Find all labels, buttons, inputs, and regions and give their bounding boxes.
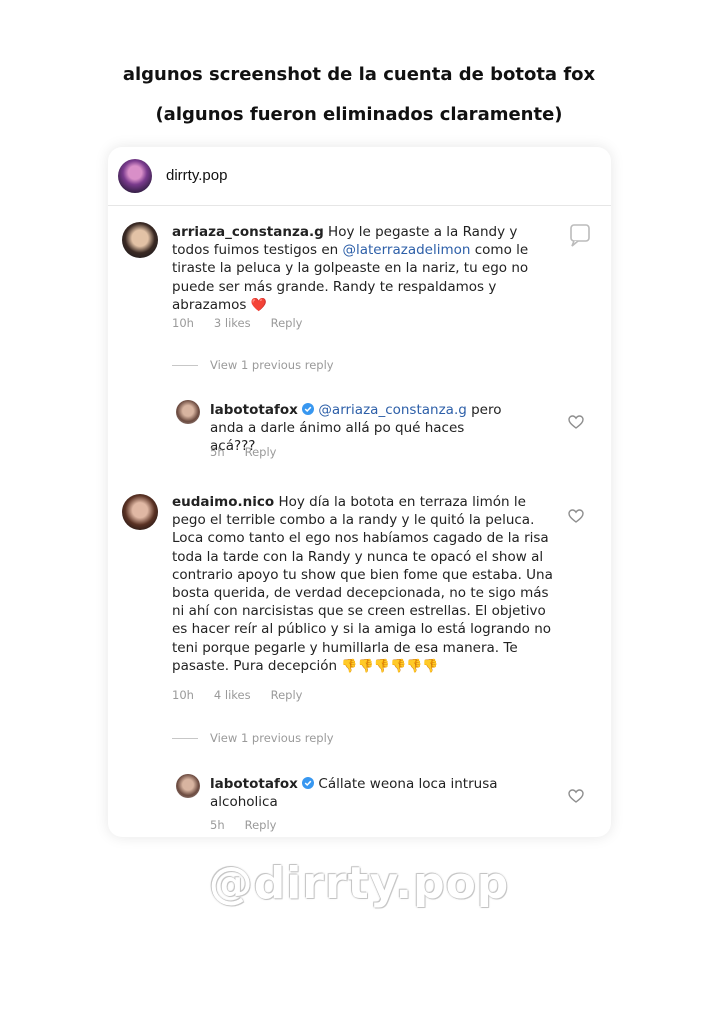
reply-time: 5h bbox=[210, 445, 225, 459]
reply-button[interactable]: Reply bbox=[271, 316, 303, 330]
avatar[interactable] bbox=[122, 222, 158, 258]
avatar[interactable] bbox=[176, 400, 200, 424]
mention-link[interactable]: @arriaza_constanza.g bbox=[318, 402, 466, 418]
thumbs-down-emoji: 👎👎👎👎👎👎 bbox=[341, 658, 439, 674]
avatar[interactable] bbox=[118, 159, 152, 193]
mention-link[interactable]: @laterrazadelimon bbox=[342, 242, 470, 258]
reply-time: 5h bbox=[210, 818, 225, 832]
reply-meta: 5h Reply bbox=[210, 818, 296, 832]
reply-username[interactable]: labototafox bbox=[210, 402, 298, 418]
post-username[interactable]: dirrty.pop bbox=[166, 167, 227, 184]
reply-button[interactable]: Reply bbox=[245, 445, 277, 459]
reply-text: labototafox Cállate weona loca intrusa a… bbox=[210, 776, 498, 811]
like-heart-icon[interactable] bbox=[568, 415, 584, 429]
post-header: dirrty.pop bbox=[108, 147, 611, 206]
comment-username[interactable]: eudaimo.nico bbox=[172, 494, 274, 510]
divider bbox=[172, 738, 198, 739]
comment-time: 10h bbox=[172, 316, 194, 330]
verified-badge-icon bbox=[302, 777, 315, 789]
heart-emoji: ❤️ bbox=[250, 297, 267, 313]
reply-meta: 5h Reply bbox=[210, 445, 296, 459]
comment-time: 10h bbox=[172, 688, 194, 702]
comment-username[interactable]: arriaza_constanza.g bbox=[172, 224, 324, 240]
comment-meta: 10h 3 likes Reply bbox=[172, 316, 322, 330]
divider bbox=[172, 365, 198, 366]
comments-screenshot-card: dirrty.pop arriaza_constanza.g Hoy le pe… bbox=[108, 147, 611, 837]
comment-meta: 10h 4 likes Reply bbox=[172, 688, 322, 702]
like-heart-icon[interactable] bbox=[568, 789, 584, 803]
verified-badge-icon bbox=[302, 403, 315, 415]
headline-line-1: algunos screenshot de la cuenta de botot… bbox=[0, 62, 718, 87]
comment-text: eudaimo.nico Hoy día la botota en terraz… bbox=[172, 494, 553, 674]
likes-count[interactable]: 4 likes bbox=[214, 688, 251, 702]
view-previous-replies[interactable]: View 1 previous reply bbox=[172, 358, 334, 372]
reply-username[interactable]: labototafox bbox=[210, 776, 298, 792]
view-previous-replies[interactable]: View 1 previous reply bbox=[172, 731, 334, 745]
reply-button[interactable]: Reply bbox=[245, 818, 277, 832]
reply-button[interactable]: Reply bbox=[271, 688, 303, 702]
avatar[interactable] bbox=[122, 494, 158, 530]
watermark: @dirrty.pop bbox=[208, 858, 510, 909]
comment-text: arriaza_constanza.g Hoy le pegaste a la … bbox=[172, 224, 529, 313]
headline-line-2: (algunos fueron eliminados claramente) bbox=[0, 102, 718, 127]
message-bubble-icon[interactable] bbox=[566, 221, 594, 249]
avatar[interactable] bbox=[176, 774, 200, 798]
like-heart-icon[interactable] bbox=[568, 509, 584, 523]
likes-count[interactable]: 3 likes bbox=[214, 316, 251, 330]
